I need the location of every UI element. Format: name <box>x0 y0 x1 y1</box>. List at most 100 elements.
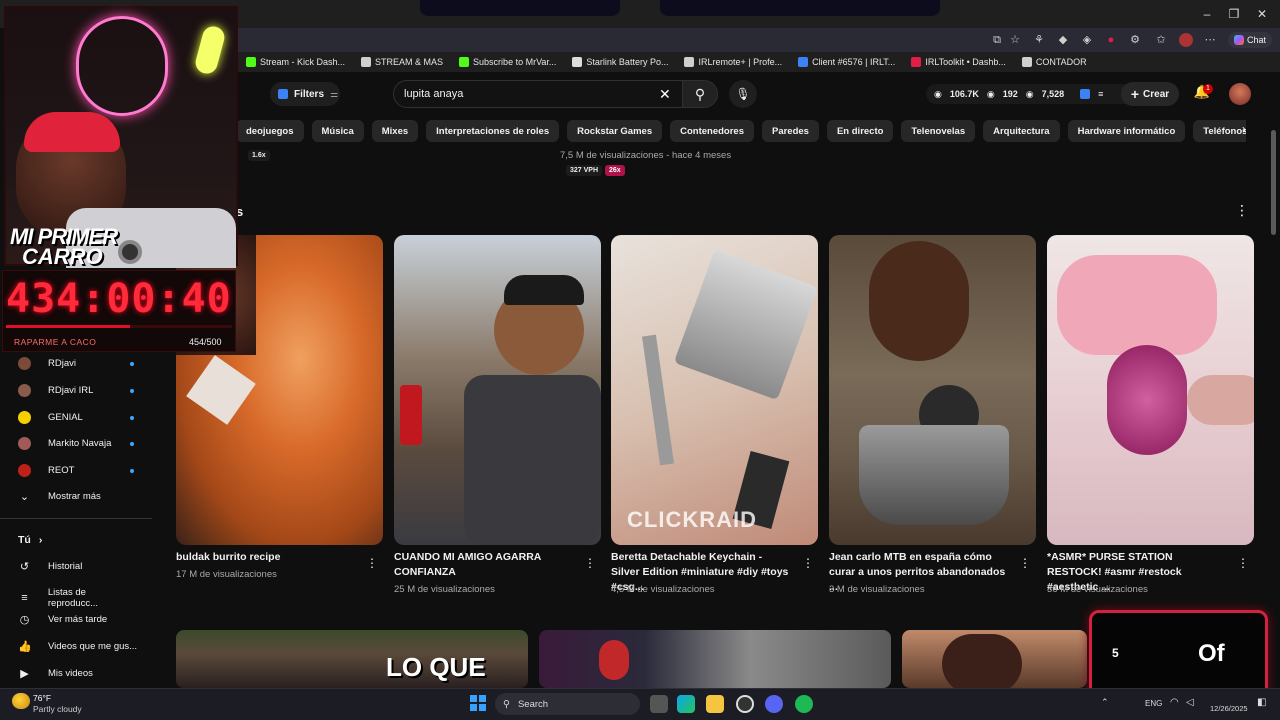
short-title-1[interactable]: buldak burrito recipe <box>176 550 356 565</box>
multiplier-badge: 1.6x <box>248 150 270 161</box>
category-chip[interactable]: Contenedores <box>670 120 754 142</box>
open-in-app-icon[interactable]: ⧉ <box>990 33 1004 47</box>
bookmark-item[interactable]: IRLremote+ | Profe... <box>676 57 790 67</box>
you-item[interactable]: ◷ Ver más tarde <box>18 613 138 626</box>
create-button[interactable]: + Crear <box>1121 82 1179 106</box>
you-item[interactable]: ↺ Historial <box>18 560 138 573</box>
account-avatar[interactable] <box>1229 83 1251 105</box>
category-chip[interactable]: Música <box>311 120 364 142</box>
wifi-icon[interactable]: ◠ <box>1170 697 1179 708</box>
category-chip[interactable]: Telenovelas <box>901 120 976 142</box>
ext-icon[interactable] <box>1080 89 1091 99</box>
video-thumbnail[interactable] <box>902 630 1087 688</box>
taskbar-search[interactable]: ⚲ Search <box>495 693 640 715</box>
more-vert-icon[interactable]: ⋮ <box>802 556 814 570</box>
category-chip[interactable]: deojuegos <box>236 120 304 142</box>
browser-tab[interactable] <box>660 0 940 16</box>
subscription-item[interactable]: REOT <box>18 464 138 478</box>
weather-icon[interactable] <box>12 693 30 709</box>
extensions-puzzle-icon[interactable]: ⚙ <box>1128 33 1142 47</box>
video-thumbnail[interactable] <box>539 630 891 688</box>
chevron-up-icon[interactable]: ⌃ <box>1101 697 1109 708</box>
thumbnail-overlay-text: LO QUE <box>386 652 486 682</box>
extension-icon[interactable]: ● <box>1104 33 1118 47</box>
you-item-label: Listas de reproducc... <box>47 586 99 609</box>
favorite-star-icon[interactable]: ☆ <box>1008 33 1022 47</box>
notifications-icon[interactable]: ◧ <box>1257 697 1266 708</box>
extension-icon[interactable]: ⚘ <box>1032 33 1046 47</box>
show-more-button[interactable]: ⌄ Mostrar más <box>18 490 138 503</box>
category-chip[interactable]: En directo <box>826 120 894 142</box>
search-input[interactable]: lupita anaya <box>393 80 683 108</box>
history-icon: ↺ <box>19 561 30 573</box>
short-thumbnail-2[interactable] <box>394 235 601 545</box>
extension-icon[interactable]: ◈ <box>1080 33 1094 47</box>
subscription-item[interactable]: Markito Navaja <box>18 437 138 451</box>
you-item[interactable]: ▶ Mis videos <box>18 667 138 680</box>
category-chip[interactable]: Teléfonos inteligentes <box>1193 120 1246 142</box>
bookmark-item[interactable]: Client #6576 | IRLT... <box>790 57 903 67</box>
subscription-item[interactable]: RDjavi <box>18 357 138 370</box>
bookmark-item[interactable]: STREAM & MAS <box>353 57 451 67</box>
edge-icon[interactable] <box>677 695 695 713</box>
category-chip[interactable]: Paredes <box>761 120 819 142</box>
clear-search-icon[interactable]: ✕ <box>659 86 671 103</box>
search-button[interactable]: ⚲ <box>682 80 718 108</box>
favorites-icon[interactable]: ✩ <box>1154 33 1168 47</box>
you-item[interactable]: ≡ Listas de reproducc... <box>18 587 138 609</box>
filters-button[interactable]: Filters ⚌ <box>270 82 340 106</box>
short-thumbnail-5[interactable] <box>1047 235 1254 545</box>
short-thumbnail-4[interactable] <box>829 235 1036 545</box>
browser-tab[interactable] <box>420 0 620 16</box>
file-explorer-icon[interactable] <box>706 695 724 713</box>
weather-temp[interactable]: 76°F <box>33 693 51 703</box>
bookmark-label: Subscribe to MrVar... <box>473 57 557 67</box>
system-date[interactable]: 12/26/2025 <box>1210 704 1248 713</box>
short-title-2[interactable]: CUANDO MI AMIGO AGARRA CONFIANZA <box>394 550 574 580</box>
discord-icon[interactable] <box>765 695 783 713</box>
category-chip[interactable]: Hardware informático <box>1067 120 1186 142</box>
subscription-item[interactable]: RDjavi IRL <box>18 383 138 397</box>
weather-desc[interactable]: Partly cloudy <box>33 704 82 714</box>
new-content-dot <box>130 388 134 393</box>
task-view-icon[interactable] <box>650 695 668 713</box>
more-vert-icon[interactable]: ⋮ <box>1019 556 1031 570</box>
you-section-header[interactable]: Tú › <box>18 534 138 546</box>
more-vert-icon[interactable]: ⋮ <box>366 556 378 570</box>
spotify-icon[interactable] <box>795 695 813 713</box>
extension-icon[interactable]: ◆ <box>1056 33 1070 47</box>
subscription-item[interactable]: GENIAL <box>18 410 138 424</box>
more-vert-icon[interactable]: ⋮ <box>1237 556 1249 570</box>
obs-icon[interactable] <box>736 695 754 713</box>
voice-search-button[interactable]: 🎙 <box>729 80 757 108</box>
minimize-icon[interactable]: – <box>1197 6 1217 22</box>
list-icon[interactable]: ≡ <box>1098 89 1103 99</box>
page-scrollbar[interactable] <box>1271 130 1276 235</box>
profile-avatar-icon[interactable] <box>1179 33 1193 47</box>
chevron-right-icon[interactable]: › <box>1242 122 1246 136</box>
more-vert-icon[interactable]: ⋮ <box>1235 202 1249 219</box>
search-icon: ⚲ <box>503 698 510 710</box>
address-bar[interactable] <box>238 28 1280 52</box>
start-windows-icon[interactable] <box>470 695 486 711</box>
copilot-chat-button[interactable]: Chat <box>1228 32 1272 48</box>
short-thumbnail-3[interactable]: CLICKRAID <box>611 235 818 545</box>
category-chip[interactable]: Rockstar Games <box>567 120 663 142</box>
neon-face-logo <box>76 16 168 116</box>
maximize-icon[interactable]: ❐ <box>1224 6 1244 22</box>
bookmark-item[interactable]: CONTADOR <box>1014 57 1095 67</box>
bookmark-item[interactable]: IRLToolkit • Dashb... <box>903 57 1014 67</box>
category-chip[interactable]: Interpretaciones de roles <box>426 120 560 142</box>
more-vert-icon[interactable]: ⋮ <box>584 556 596 570</box>
bookmark-item[interactable]: Subscribe to MrVar... <box>451 57 564 67</box>
category-chip[interactable]: Arquitectura <box>983 120 1060 142</box>
category-chip[interactable]: Mixes <box>371 120 419 142</box>
video-thumbnail[interactable]: LO QUE <box>176 630 528 688</box>
bookmark-item[interactable]: Starlink Battery Po... <box>564 57 676 67</box>
volume-icon[interactable]: ◁ <box>1186 697 1194 708</box>
language-indicator[interactable]: ENG <box>1145 699 1162 708</box>
bookmark-item[interactable]: Stream - Kick Dash... <box>238 57 353 67</box>
more-options-icon[interactable]: ⋯ <box>1203 33 1217 47</box>
close-icon[interactable]: ✕ <box>1252 6 1272 22</box>
you-item[interactable]: 👍 Videos que me gus... <box>18 640 138 653</box>
